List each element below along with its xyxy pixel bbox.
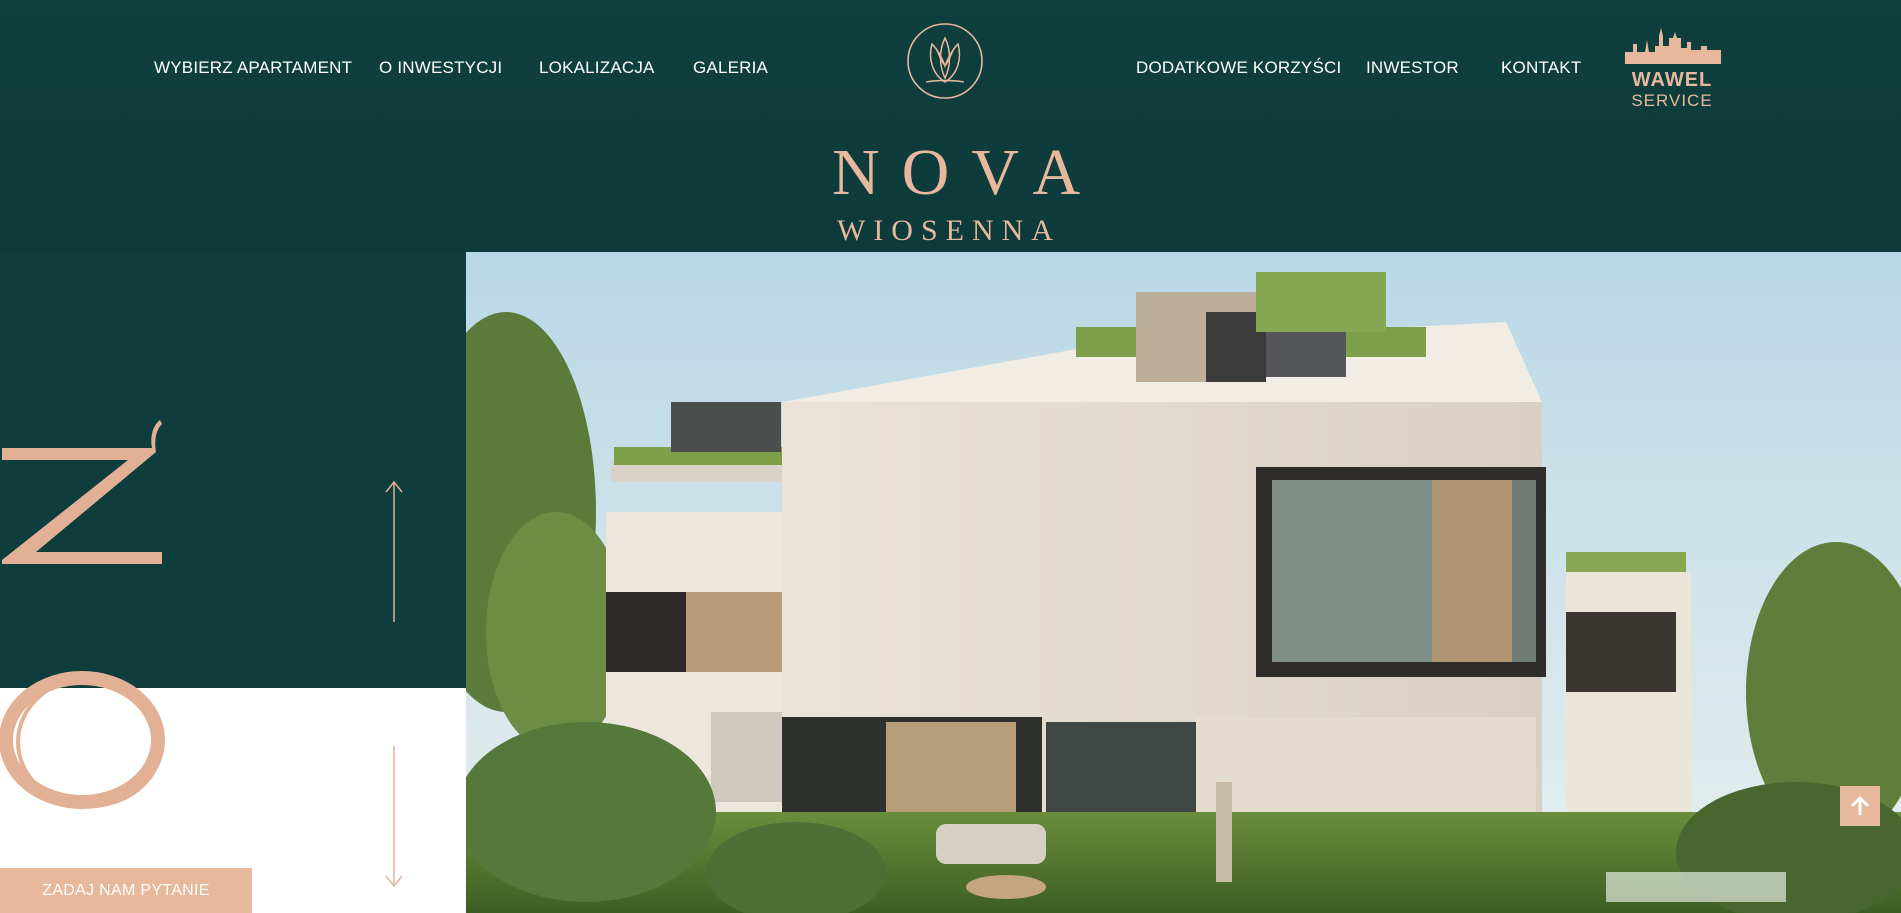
decorative-letter-o — [0, 671, 165, 809]
logo-subtitle: WIOSENNA — [837, 214, 1061, 247]
nav-wybierz-apartament[interactable]: WYBIERZ APARTAMENT — [154, 58, 352, 78]
castle-icon — [1625, 28, 1721, 64]
nav-o-inwestycji[interactable]: O INWESTYCJI — [379, 58, 502, 78]
arrow-down-icon[interactable] — [380, 744, 408, 890]
decorative-letter-n — [2, 420, 162, 564]
site-header: WYBIERZ APARTAMENT O INWESTYCJI LOKALIZA… — [0, 0, 1901, 252]
arrow-up-icon — [1850, 795, 1870, 815]
scroll-to-top-button[interactable] — [1840, 786, 1880, 826]
hero-image — [466, 252, 1901, 913]
nav-lokalizacja[interactable]: LOKALIZACJA — [539, 58, 655, 78]
site-logo[interactable]: NOVA WIOSENNA — [810, 22, 1103, 246]
wawel-title: WAWEL — [1631, 69, 1713, 91]
crocus-flower-icon — [907, 23, 983, 99]
wawel-service-logo[interactable]: WAWEL SERVICE — [1622, 22, 1722, 112]
logo-title: NOVA — [832, 136, 1103, 209]
arrow-up-icon[interactable] — [380, 478, 408, 624]
nav-galeria[interactable]: GALERIA — [693, 58, 768, 78]
wawel-subtitle: SERVICE — [1631, 91, 1713, 110]
nav-kontakt[interactable]: KONTAKT — [1501, 58, 1581, 78]
nav-inwestor[interactable]: INWESTOR — [1366, 58, 1459, 78]
ask-question-button[interactable]: ZADAJ NAM PYTANIE — [0, 868, 252, 913]
nav-dodatkowe-korzysci[interactable]: DODATKOWE KORZYŚCI — [1136, 58, 1341, 78]
